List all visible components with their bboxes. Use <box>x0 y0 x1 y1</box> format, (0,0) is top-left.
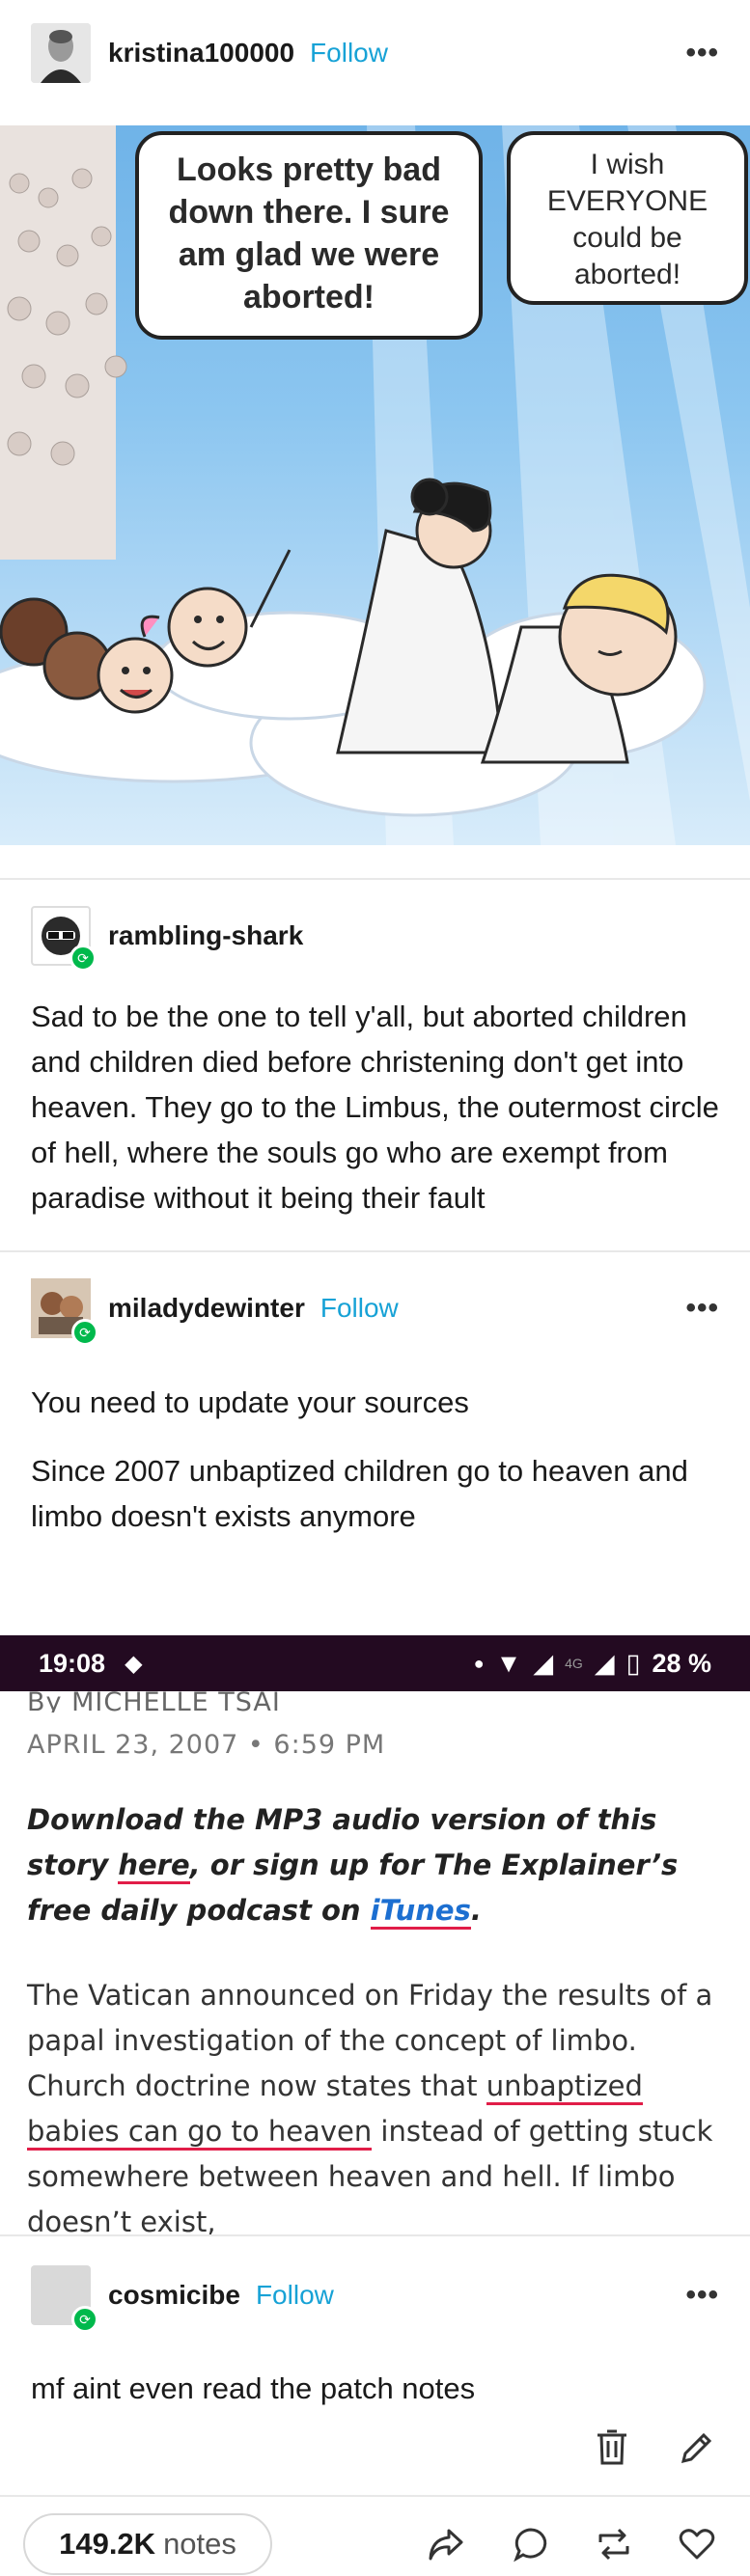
more-options-icon[interactable]: ••• <box>685 37 719 69</box>
avatar[interactable] <box>31 23 91 83</box>
share-icon[interactable] <box>425 2523 467 2565</box>
follow-button[interactable]: Follow <box>310 38 388 69</box>
follow-button[interactable]: Follow <box>256 2280 334 2311</box>
blog-name[interactable]: miladydewinter <box>108 1293 305 1324</box>
dot-icon: ● <box>473 1653 485 1673</box>
signal-icon: ◢ <box>594 1648 615 1678</box>
divider <box>0 2495 750 2497</box>
blog-name[interactable]: cosmicibe <box>108 2280 240 2311</box>
game-controller-icon: ◆ <box>125 1650 143 1677</box>
article-byline: By MICHELLE TSAI <box>27 1687 281 1713</box>
battery-icon: ▯ <box>625 1648 641 1678</box>
notes-label: notes <box>163 2527 236 2561</box>
more-options-icon[interactable]: ••• <box>685 1292 719 1325</box>
reblog-paragraph: You need to update your sources <box>31 1385 469 1419</box>
reblog-badge-icon: ⟳ <box>71 2306 98 2333</box>
article-date: APRIL 23, 2007 • 6:59 PM <box>27 1730 386 1760</box>
reblog-text: Sad to be the one to tell y'all, but abo… <box>31 1000 719 1215</box>
divider <box>0 2234 750 2236</box>
speech-bubble-right-text: I wish EVERYONE could be aborted! <box>546 149 708 290</box>
trash-icon[interactable] <box>591 2426 633 2469</box>
post-image[interactable]: Looks pretty bad down there. I sure am g… <box>0 125 750 845</box>
reblog-header: ⟳ cosmicibe Follow ••• <box>31 2263 719 2333</box>
status-bar: 19:08 ◆ ● ▼ ◢ 4G ◢ ▯ 28 % <box>0 1635 750 1691</box>
battery-level: 28 % <box>652 1648 711 1678</box>
promo-text: . <box>470 1894 482 1927</box>
post-header: kristina100000 Follow ••• <box>31 21 719 85</box>
article-body: The Vatican announced on Friday the resu… <box>27 1973 722 2245</box>
reblog-icon[interactable] <box>593 2523 635 2565</box>
edit-icon[interactable] <box>676 2426 718 2469</box>
like-icon[interactable] <box>676 2523 718 2565</box>
reblog-paragraph: Since 2007 unbaptized children go to hea… <box>31 1454 688 1533</box>
divider <box>0 878 750 880</box>
network-type: 4G <box>565 1656 583 1671</box>
blog-name[interactable]: kristina100000 <box>108 38 294 69</box>
avatar[interactable]: ⟳ <box>31 2265 98 2333</box>
speech-bubble-left-text: Looks pretty bad down there. I sure am g… <box>168 151 450 315</box>
article-screenshot[interactable]: 19:08 ◆ ● ▼ ◢ 4G ◢ ▯ 28 % By MICHELLE TS… <box>0 1635 750 2238</box>
speech-bubble-right: I wish EVERYONE could be aborted! <box>507 131 748 305</box>
reply-icon[interactable] <box>510 2523 552 2565</box>
more-options-icon[interactable]: ••• <box>685 2279 719 2312</box>
divider <box>0 1250 750 1252</box>
speech-bubble-left: Looks pretty bad down there. I sure am g… <box>135 131 483 340</box>
reblog-text: mf aint even read the patch notes <box>31 2371 476 2405</box>
reblog-header: ⟳ miladydewinter Follow ••• <box>31 1276 719 1346</box>
article-promo: Download the MP3 audio version of this s… <box>27 1797 722 1933</box>
avatar[interactable]: ⟳ <box>31 1278 98 1346</box>
wifi-icon: ▼ <box>495 1648 522 1678</box>
blog-name[interactable]: rambling-shark <box>108 920 303 951</box>
status-icons: ● ▼ ◢ 4G ◢ ▯ 28 % <box>474 1649 711 1679</box>
signal-icon: ◢ <box>533 1648 554 1678</box>
reblog-header: ⟳ rambling-shark <box>31 904 719 972</box>
notes-count: 149.2K <box>59 2527 156 2561</box>
itunes-link[interactable]: iTunes <box>370 1894 471 1930</box>
reblog-badge-icon: ⟳ <box>71 1319 98 1346</box>
notes-button[interactable]: 149.2K notes <box>23 2513 272 2575</box>
here-link[interactable]: here <box>118 1849 190 1884</box>
reblog-badge-icon: ⟳ <box>69 945 97 972</box>
status-time: 19:08 <box>39 1648 106 1678</box>
follow-button[interactable]: Follow <box>320 1293 399 1324</box>
avatar[interactable]: ⟳ <box>31 906 97 972</box>
avatar-photo <box>31 23 91 83</box>
